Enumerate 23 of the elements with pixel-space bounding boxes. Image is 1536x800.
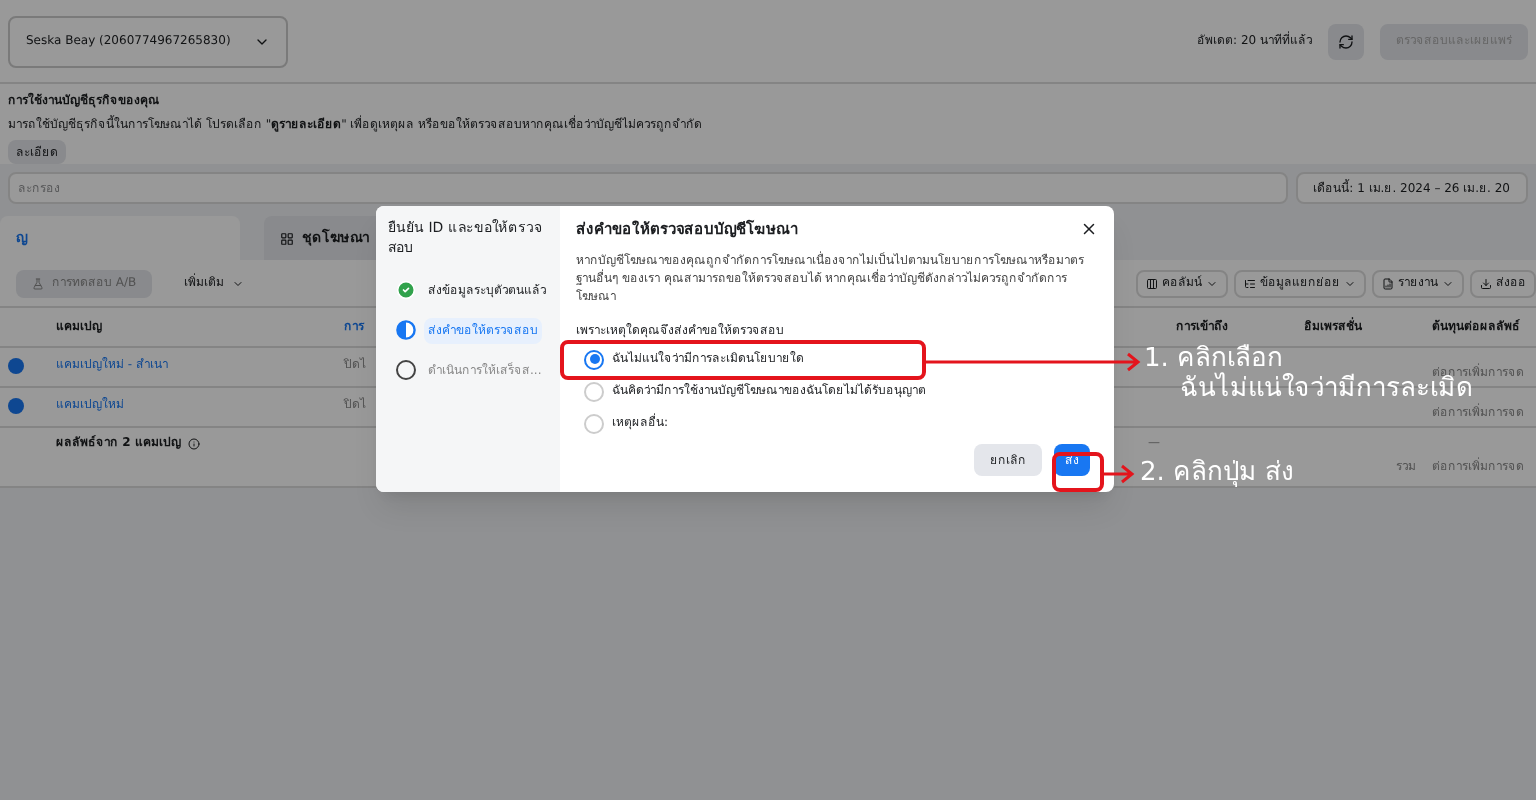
highlight-frame — [1052, 452, 1104, 492]
refresh-button[interactable] — [1328, 23, 1364, 59]
caret-icon — [1442, 277, 1454, 289]
flask-icon — [32, 277, 44, 289]
annotation-text: 1. คลิกเลือก — [1144, 344, 1284, 374]
radio-button[interactable] — [584, 349, 604, 370]
radio-button[interactable] — [584, 381, 604, 402]
caret-icon — [1344, 277, 1356, 289]
toolbar-icon — [1382, 277, 1394, 289]
radio-button[interactable] — [584, 413, 604, 434]
arrow — [1104, 464, 1136, 484]
toolbar-icon — [1480, 277, 1492, 289]
annotation-text: ฉันไม่แน่ใจว่ามีการละเมิด — [1180, 376, 1472, 402]
close-icon — [1079, 220, 1097, 239]
grid-icon — [280, 231, 294, 245]
close-button[interactable] — [1078, 219, 1098, 240]
toolbar-icon — [1146, 277, 1158, 289]
info-icon — [188, 437, 201, 449]
annotation-text: 2. คลิกปุ่ม ส่ง — [1140, 458, 1294, 488]
caret-icon — [1206, 277, 1218, 289]
caret-icon — [232, 277, 245, 289]
refresh-icon — [1338, 33, 1354, 49]
toolbar-icon — [1244, 277, 1256, 289]
